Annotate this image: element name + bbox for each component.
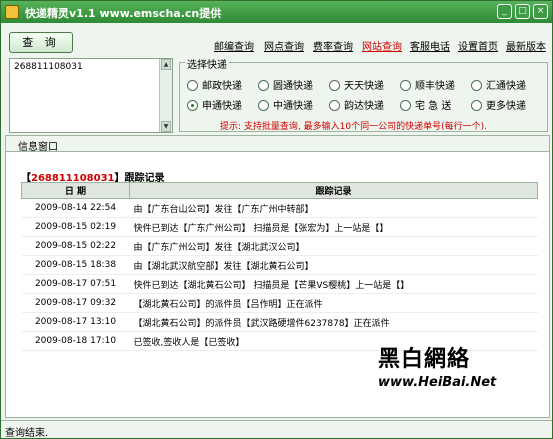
maximize-button[interactable]: □ — [515, 4, 530, 19]
radio-icon — [400, 80, 411, 91]
tracking-table: 日 期 跟踪记录 2009-08-14 22:54 由【广东台山公司】发往【广东广… — [21, 182, 538, 351]
radio-zhongtong[interactable]: 中通快递 — [258, 97, 313, 112]
nav-website[interactable]: 网站查询 — [362, 38, 402, 53]
table-row: 2009-08-15 02:19 快件已到达【广东广州公司】 扫描员是【张宏为】上… — [21, 217, 538, 237]
column-header-date: 日 期 — [21, 182, 130, 199]
tracking-number-value: 268811108031 — [14, 62, 83, 72]
row-date: 2009-08-17 09:32 — [21, 293, 130, 313]
radio-icon — [471, 80, 482, 91]
radio-icon — [329, 100, 340, 111]
row-date: 2009-08-17 07:51 — [21, 274, 130, 294]
window-title: 快递精灵v1.1 www.emscha.cn提供 — [25, 7, 222, 20]
radio-zjs[interactable]: 宅 急 送 — [400, 97, 451, 112]
table-row: 2009-08-14 22:54 由【广东台山公司】发往【广东广州中转部】 — [21, 198, 538, 218]
radio-yunda[interactable]: 韵达快递 — [329, 97, 384, 112]
express-select-group: 选择快递 邮政快递 圆通快递 天天快递 顺丰快递 汇通快递 申通快递 中通快递 … — [179, 56, 548, 132]
nav-latest-version[interactable]: 最新版本 — [506, 38, 546, 53]
radio-shentong[interactable]: 申通快递 — [187, 97, 242, 112]
row-date: 2009-08-17 13:10 — [21, 312, 130, 332]
table-row: 2009-08-17 13:10 【湖北黄石公司】的派件员【武汉路硬增件62378… — [21, 312, 538, 332]
table-row: 2009-08-17 07:51 快件已到达【湖北黄石公司】 扫描员是【芒果VS樱… — [21, 274, 538, 294]
table-row: 2009-08-17 09:32 【湖北黄石公司】的派件员【吕作明】正在派件 — [21, 293, 538, 313]
row-record: 由【广东广州公司】发往【湖北武汉公司】 — [129, 236, 538, 256]
status-text: 查询结束. — [5, 428, 49, 439]
nav-homepage[interactable]: 设置首页 — [458, 38, 498, 53]
scroll-down-icon[interactable]: ▼ — [161, 121, 171, 132]
status-bar: 查询结束. — [1, 420, 552, 439]
title-bar[interactable]: 快递精灵v1.1 www.emscha.cn提供 _ □ × — [1, 1, 552, 23]
column-header-record: 跟踪记录 — [129, 182, 538, 199]
watermark-chars: 黑白網絡 — [378, 347, 471, 372]
input-scrollbar[interactable]: ▲ ▼ — [159, 59, 172, 132]
table-row: 2009-08-15 02:22 由【广东广州公司】发往【湖北武汉公司】 — [21, 236, 538, 256]
radio-icon — [471, 100, 482, 111]
nav-rates[interactable]: 费率查询 — [313, 38, 353, 53]
row-date: 2009-08-18 17:10 — [21, 331, 130, 351]
radio-icon — [329, 80, 340, 91]
row-date: 2009-08-14 22:54 — [21, 198, 130, 218]
radio-shunfeng[interactable]: 顺丰快递 — [400, 77, 455, 92]
nav-postcode[interactable]: 邮编查询 — [214, 38, 254, 53]
radio-huitong[interactable]: 汇通快递 — [471, 77, 526, 92]
row-record: 快件已到达【广东广州公司】 扫描员是【张宏为】上一站是【】 — [129, 217, 538, 237]
watermark-url: www.HeiBai.Net — [378, 375, 497, 390]
group-title: 选择快递 — [185, 56, 229, 71]
row-record: 由【湖北武汉航空部】发往【湖北黄石公司】 — [129, 255, 538, 275]
table-row: 2009-08-15 18:38 由【湖北武汉航空部】发往【湖北黄石公司】 — [21, 255, 538, 275]
close-button[interactable]: × — [533, 4, 548, 19]
row-record: 由【广东台山公司】发往【广东广州中转部】 — [129, 198, 538, 218]
radio-ems[interactable]: 邮政快递 — [187, 77, 242, 92]
nav-phone[interactable]: 客服电话 — [410, 38, 450, 53]
radio-tiantian[interactable]: 天天快递 — [329, 77, 384, 92]
row-record: 【湖北黄石公司】的派件员【武汉路硬增件6237878】正在派件 — [129, 312, 538, 332]
hint-text: 提示: 支持批量查询, 最多输入10个同一公司的快递单号(每行一个). — [220, 122, 487, 132]
radio-icon — [400, 100, 411, 111]
main-window: 快递精灵v1.1 www.emscha.cn提供 _ □ × 查 询 邮编查询 … — [0, 0, 553, 439]
info-tab-label: 信息窗口 — [18, 142, 58, 153]
query-button[interactable]: 查 询 — [9, 32, 73, 53]
row-record: 【湖北黄石公司】的派件员【吕作明】正在派件 — [129, 293, 538, 313]
watermark-logo: 黑白網絡 www.HeiBai.Net — [378, 341, 528, 393]
minimize-button[interactable]: _ — [497, 4, 512, 19]
radio-icon — [258, 100, 269, 111]
nav-outlets[interactable]: 网点查询 — [264, 38, 304, 53]
radio-icon — [258, 80, 269, 91]
radio-selected-icon — [187, 100, 198, 111]
tracking-number-input[interactable]: 268811108031 ▲ ▼ — [9, 58, 173, 133]
row-date: 2009-08-15 18:38 — [21, 255, 130, 275]
radio-yuantong[interactable]: 圆通快递 — [258, 77, 313, 92]
row-record: 快件已到达【湖北黄石公司】 扫描员是【芒果VS樱桃】上一站是【】 — [129, 274, 538, 294]
radio-more[interactable]: 更多快递 — [471, 97, 526, 112]
radio-icon — [187, 80, 198, 91]
scroll-up-icon[interactable]: ▲ — [161, 59, 171, 70]
row-date: 2009-08-15 02:19 — [21, 217, 130, 237]
app-icon — [5, 5, 19, 19]
row-date: 2009-08-15 02:22 — [21, 236, 130, 256]
info-tab[interactable]: 信息窗口 — [6, 136, 549, 153]
